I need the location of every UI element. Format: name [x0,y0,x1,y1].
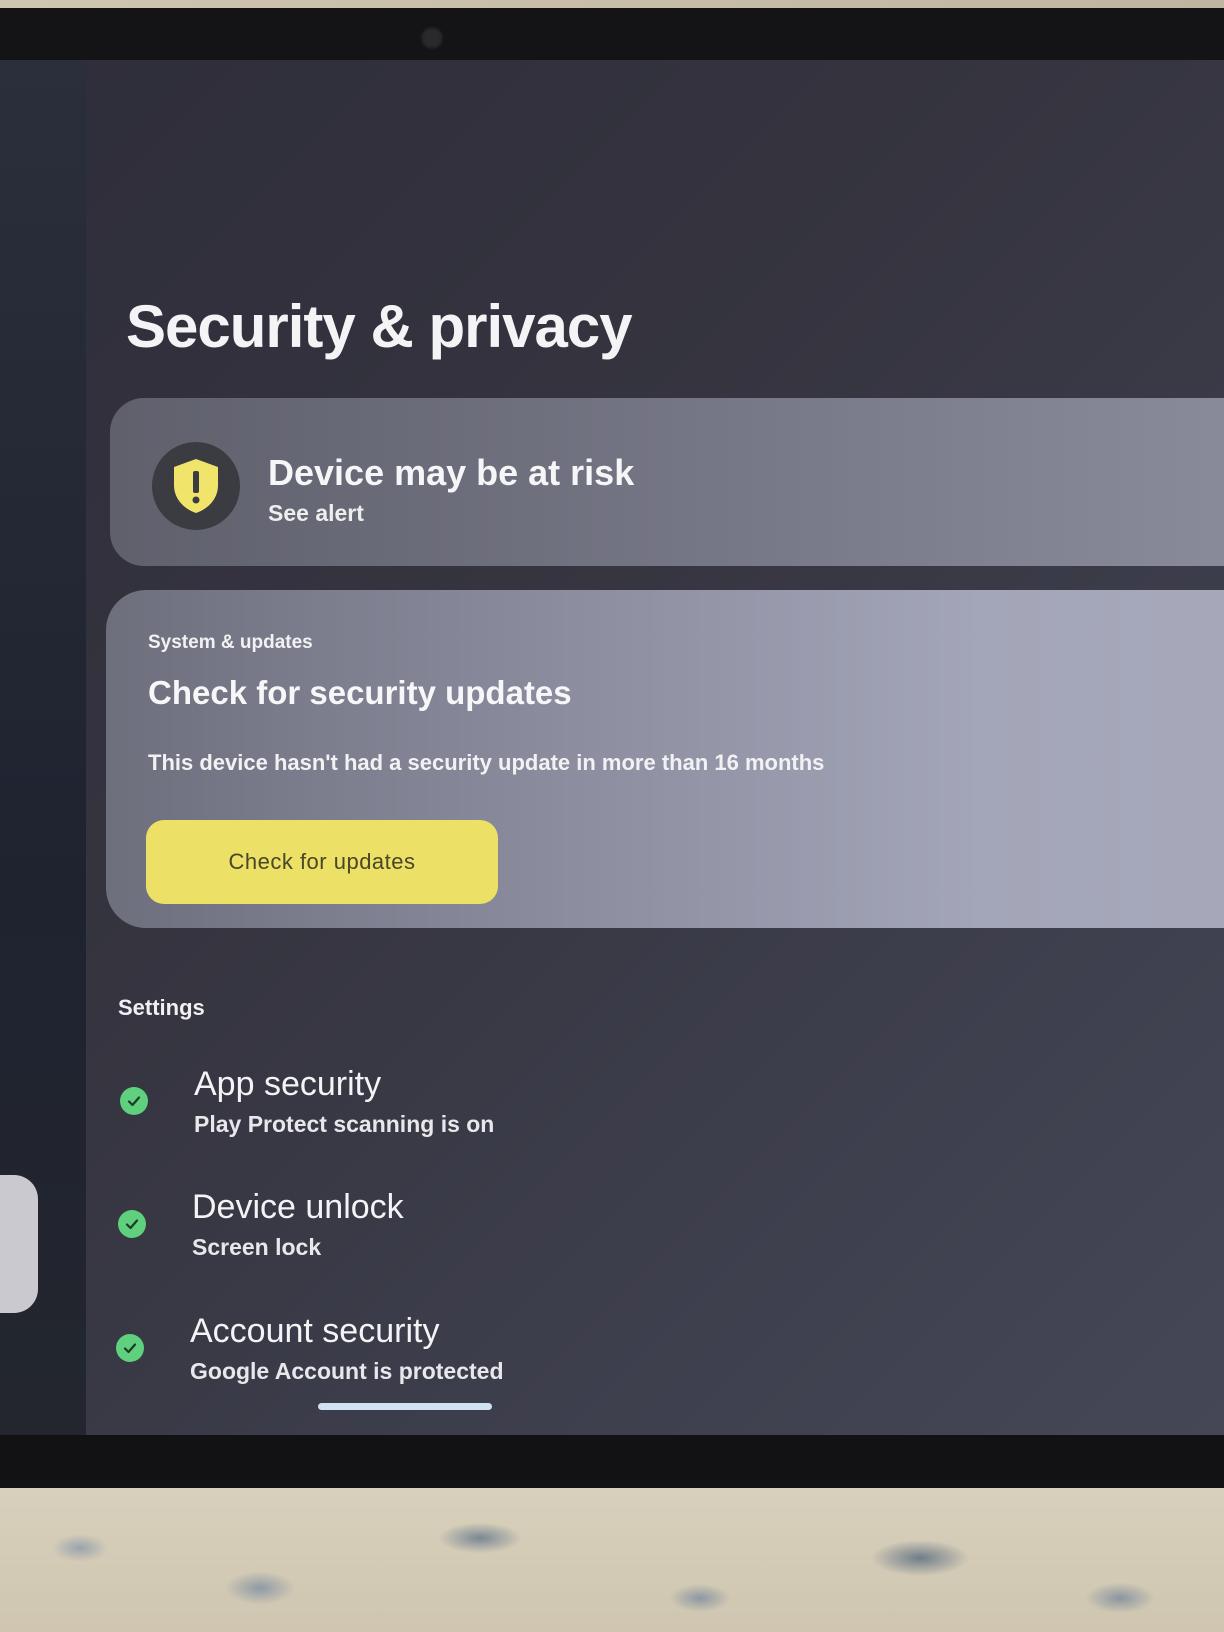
setting-title: Device unlock [192,1188,404,1226]
setting-title: Account security [190,1312,440,1350]
tablet-screen: Security & privacy Device may be at risk… [0,60,1224,1435]
check-circle-icon [116,1334,144,1362]
risk-alert-card[interactable]: Device may be at risk See alert [110,398,1224,566]
background-wall [0,0,1224,8]
settings-section-label: Settings [118,995,205,1020]
setting-title: App security [194,1065,382,1103]
check-circle-icon [120,1087,148,1115]
security-updates-card: System & updates Check for security upda… [106,590,1224,928]
setting-subtitle: Screen lock [192,1234,322,1260]
shield-alert-icon [152,442,240,530]
check-circle-icon [118,1210,146,1238]
setting-item-device-unlock[interactable]: Device unlock Screen lock [108,1188,808,1278]
home-gesture-bar[interactable] [318,1403,492,1410]
updates-section-label: System & updates [148,632,313,653]
front-camera [420,26,444,50]
alert-title: Device may be at risk [268,452,635,493]
side-panel-handle[interactable] [0,1175,38,1313]
setting-item-app-security[interactable]: App security Play Protect scanning is on [110,1065,810,1155]
background-tablecloth [0,1488,1224,1632]
page-title: Security & privacy [126,293,633,360]
check-for-updates-button[interactable]: Check for updates [146,820,498,904]
photo-frame: Security & privacy Device may be at risk… [0,0,1224,1632]
updates-title: Check for security updates [148,674,572,711]
setting-item-account-security[interactable]: Account security Google Account is prote… [106,1312,806,1402]
setting-subtitle: Play Protect scanning is on [194,1111,495,1137]
alert-subtitle: See alert [268,500,364,526]
updates-description: This device hasn't had a security update… [148,750,825,775]
setting-subtitle: Google Account is protected [190,1358,504,1384]
tablet-bottom-bezel [0,1435,1224,1495]
